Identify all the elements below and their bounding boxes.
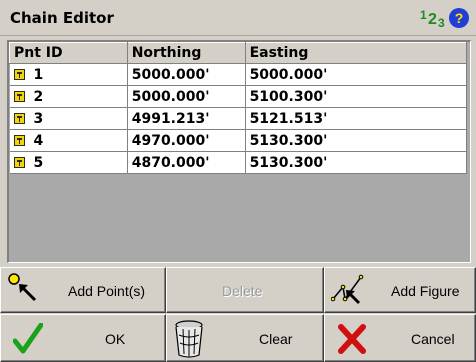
point-icon xyxy=(13,112,25,124)
clear-button[interactable]: Clear xyxy=(166,314,324,362)
column-header-pnt-id[interactable]: Pnt ID xyxy=(9,42,128,64)
num-icon-digit: 2 xyxy=(428,11,437,28)
num-icon-digit: 3 xyxy=(438,16,445,30)
cell-easting: 5000.000' xyxy=(245,63,468,86)
point-icon xyxy=(13,156,25,168)
numeric-keypad-icon[interactable]: 1 2 3 xyxy=(419,8,447,30)
point-id: 3 xyxy=(33,110,44,127)
point-id: 4 xyxy=(33,132,44,149)
table-row[interactable]: 4 4970.000' 5130.300' xyxy=(9,129,468,152)
table-row[interactable]: 2 5000.000' 5100.300' xyxy=(9,85,468,108)
cell-easting: 5130.300' xyxy=(245,129,468,152)
add-point-icon xyxy=(8,273,37,302)
cell-pnt-id: 3 xyxy=(9,107,128,130)
ok-button[interactable]: OK xyxy=(0,314,166,362)
cell-northing: 4991.213' xyxy=(127,107,246,130)
point-icon xyxy=(13,134,25,146)
cell-pnt-id: 1 xyxy=(9,63,128,86)
num-icon-digit: 1 xyxy=(420,8,427,22)
cancel-label: Cancel xyxy=(411,331,455,347)
checkmark-icon xyxy=(13,323,43,354)
table-row[interactable]: 1 5000.000' 5000.000' xyxy=(9,63,468,86)
cell-northing: 5000.000' xyxy=(127,63,246,86)
help-icon[interactable]: ? xyxy=(449,8,469,28)
cell-northing: 5000.000' xyxy=(127,85,246,108)
add-points-button[interactable]: Add Point(s) xyxy=(0,267,166,313)
title-bar: Chain Editor 1 2 3 ? xyxy=(0,0,476,36)
trash-can-icon xyxy=(175,320,203,358)
cell-pnt-id: 2 xyxy=(9,85,128,108)
ok-label: OK xyxy=(105,331,126,347)
point-id: 5 xyxy=(33,154,44,171)
table-header-row: Pnt ID Northing Easting xyxy=(9,42,468,64)
points-table: Pnt ID Northing Easting 1 5000.000' 5000… xyxy=(9,42,468,174)
cancel-x-icon xyxy=(338,324,366,354)
add-figure-button[interactable]: Add Figure xyxy=(324,267,476,313)
clear-label: Clear xyxy=(259,331,293,347)
point-icon xyxy=(13,68,25,80)
column-header-northing[interactable]: Northing xyxy=(126,42,246,64)
cell-easting: 5121.513' xyxy=(245,107,468,130)
cell-pnt-id: 5 xyxy=(9,151,128,174)
cell-pnt-id: 4 xyxy=(9,129,128,152)
points-grid[interactable]: Pnt ID Northing Easting 1 5000.000' 5000… xyxy=(7,40,471,263)
add-figure-label: Add Figure xyxy=(391,283,460,299)
column-header-easting[interactable]: Easting xyxy=(244,42,468,64)
add-points-label: Add Point(s) xyxy=(68,283,146,299)
delete-button[interactable]: Delete xyxy=(166,267,324,313)
point-icon xyxy=(13,90,25,102)
point-id: 2 xyxy=(33,88,44,105)
delete-label: Delete xyxy=(222,283,263,299)
cell-easting: 5130.300' xyxy=(245,151,468,174)
cancel-button[interactable]: Cancel xyxy=(324,314,476,362)
add-figure-icon xyxy=(331,274,364,305)
table-row[interactable]: 3 4991.213' 5121.513' xyxy=(9,107,468,130)
cell-easting: 5100.300' xyxy=(245,85,468,108)
cell-northing: 4970.000' xyxy=(127,129,246,152)
cell-northing: 4870.000' xyxy=(127,151,246,174)
table-row[interactable]: 5 4870.000' 5130.300' xyxy=(9,151,468,174)
window-title: Chain Editor xyxy=(10,9,114,27)
point-id: 1 xyxy=(33,66,44,83)
